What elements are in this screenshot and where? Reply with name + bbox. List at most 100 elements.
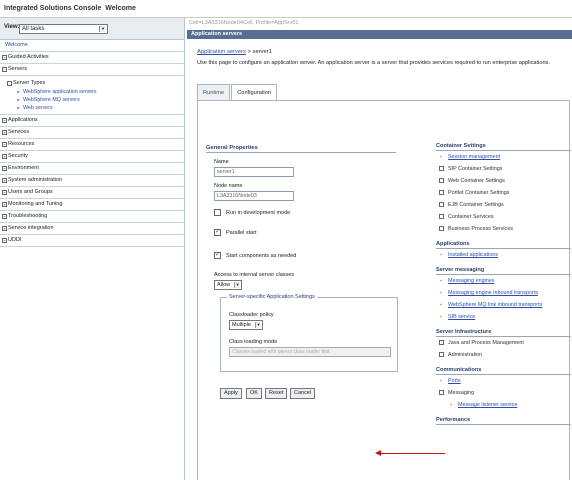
- ejb-container-settings[interactable]: EJB Container Settings: [436, 199, 571, 211]
- performance-title: Performance: [436, 415, 571, 425]
- link-bullet-icon: ▪: [440, 252, 442, 258]
- chevron-down-icon: ▼: [255, 322, 261, 328]
- expand-icon[interactable]: +: [2, 118, 7, 123]
- access-select-value: Allow: [217, 282, 231, 288]
- content-panel: Cell=L3A3316Node04Cell, Profile=AppSrv01…: [187, 18, 572, 480]
- cell-path: Cell=L3A3316Node04Cell, Profile=AppSrv01: [189, 20, 299, 26]
- expand-icon[interactable]: [439, 352, 444, 357]
- expand-icon[interactable]: +: [2, 130, 7, 135]
- ok-button[interactable]: OK: [246, 388, 262, 399]
- server-specific-settings-legend: Server-specific Application Settings: [227, 294, 317, 300]
- nav-applications[interactable]: + Applications: [0, 115, 184, 127]
- collapse-icon[interactable]: −: [2, 67, 7, 72]
- link-ports[interactable]: ▪ Ports: [436, 375, 571, 387]
- parallel-start-checkbox[interactable]: ✓: [214, 229, 221, 236]
- expand-icon[interactable]: +: [2, 154, 7, 159]
- link-bullet-icon: ▪: [440, 314, 442, 320]
- start-components-checkbox[interactable]: ✓: [214, 252, 221, 259]
- nav-troubleshooting[interactable]: + Troubleshooting: [0, 211, 184, 223]
- expand-icon[interactable]: +: [2, 166, 7, 171]
- class-loading-mode-select: Classes loaded with parent class loader …: [229, 347, 391, 357]
- nav-resources[interactable]: + Resources: [0, 139, 184, 151]
- link-messaging-engines[interactable]: ▪ Messaging engines: [436, 275, 571, 287]
- nav-system-administration[interactable]: + System administration: [0, 175, 184, 187]
- expand-icon[interactable]: [439, 214, 444, 219]
- reset-button[interactable]: Reset: [265, 388, 288, 399]
- nav-guided-activities[interactable]: + Guided Activities: [0, 52, 184, 64]
- server-messaging-title: Server messaging: [436, 265, 571, 275]
- link-messaging-engine-inbound-transports[interactable]: ▪ Messaging engine inbound transports: [436, 287, 571, 299]
- classloader-select-value: Multiple: [232, 322, 251, 328]
- link-bullet-icon: ▪: [450, 402, 452, 408]
- expand-icon[interactable]: [439, 340, 444, 345]
- nav-server-types[interactable]: Server Types: [6, 79, 184, 88]
- expand-icon[interactable]: +: [2, 178, 7, 183]
- general-properties-title: General Properties: [206, 145, 396, 153]
- nav-websphere-mq-servers[interactable]: WebSphere MQ servers: [6, 96, 184, 104]
- nav-web-servers[interactable]: Web servers: [6, 104, 184, 112]
- container-settings-title: Container Settings: [436, 141, 571, 151]
- console-title: Integrated Solutions Console Welcome: [4, 5, 136, 12]
- chevron-down-icon: ▼: [99, 26, 106, 32]
- portlet-container-settings[interactable]: Portlet Container Settings: [436, 187, 571, 199]
- expand-icon[interactable]: +: [2, 202, 7, 207]
- nav-welcome[interactable]: Welcome: [0, 40, 184, 52]
- breadcrumb-current: > server1: [245, 49, 272, 55]
- annotation-arrow: [380, 453, 445, 454]
- sip-container-settings[interactable]: SIP Container Settings: [436, 163, 571, 175]
- link-installed-applications[interactable]: ▪ Installed applications: [436, 249, 571, 261]
- link-session-management[interactable]: ▪ Session management: [436, 151, 571, 163]
- classloader-label: Classloader policy: [229, 312, 274, 318]
- tab-configuration[interactable]: Configuration: [231, 84, 278, 100]
- expand-icon[interactable]: [439, 202, 444, 207]
- nav-monitoring-and-tuning[interactable]: + Monitoring and Tuning: [0, 199, 184, 211]
- classloader-select[interactable]: Multiple ▼: [229, 320, 263, 330]
- view-bar: View: All tasks ▼: [0, 18, 184, 40]
- node-name-field[interactable]: L3A3316Node03: [214, 191, 294, 201]
- nav-websphere-app-servers[interactable]: WebSphere application servers: [6, 88, 184, 96]
- nav-security[interactable]: + Security: [0, 151, 184, 163]
- expand-icon[interactable]: [439, 226, 444, 231]
- container-services[interactable]: Container Services: [436, 211, 571, 223]
- nav-uddi[interactable]: + UDDI: [0, 235, 184, 247]
- dev-mode-checkbox[interactable]: [214, 209, 221, 216]
- link-message-listener-service[interactable]: ▪ Message listener service: [436, 399, 571, 411]
- view-select[interactable]: All tasks ▼: [19, 24, 108, 34]
- servers-subtree: Server Types WebSphere application serve…: [0, 76, 184, 115]
- web-container-settings[interactable]: Web Container Settings: [436, 175, 571, 187]
- link-sib-service[interactable]: ▪ SIB service: [436, 311, 571, 323]
- collapse-icon[interactable]: [439, 390, 444, 395]
- cancel-button[interactable]: Cancel: [290, 388, 316, 399]
- expand-icon[interactable]: +: [2, 142, 7, 147]
- expand-icon[interactable]: +: [2, 214, 7, 219]
- expand-icon[interactable]: [439, 178, 444, 183]
- business-process-services[interactable]: Business Process Services: [436, 223, 571, 235]
- apply-button[interactable]: Apply: [220, 388, 242, 399]
- server-specific-settings: Server-specific Application Settings Cla…: [220, 294, 398, 372]
- expand-icon[interactable]: [439, 166, 444, 171]
- expand-icon[interactable]: +: [2, 226, 7, 231]
- parallel-start-label: Parallel start: [226, 230, 257, 236]
- administration[interactable]: Administration: [436, 349, 571, 361]
- collapse-icon[interactable]: [7, 81, 12, 86]
- nav-users-and-groups[interactable]: + Users and Groups: [0, 187, 184, 199]
- expand-icon[interactable]: +: [2, 55, 7, 60]
- expand-icon[interactable]: +: [2, 190, 7, 195]
- breadcrumb-link-application-servers[interactable]: Application servers: [197, 49, 246, 55]
- start-components-label: Start components as needed: [226, 253, 297, 259]
- tab-runtime[interactable]: Runtime: [197, 84, 231, 100]
- java-and-process-management[interactable]: Java and Process Management: [436, 337, 571, 349]
- expand-icon[interactable]: [439, 190, 444, 195]
- nav-service-integration[interactable]: + Service integration: [0, 223, 184, 235]
- messaging[interactable]: Messaging: [436, 387, 571, 399]
- nav-servers[interactable]: − Servers: [0, 64, 184, 76]
- console-subtitle: Welcome: [105, 5, 136, 12]
- applications-title: Applications: [436, 239, 571, 249]
- tab-bar: Runtime Configuration: [197, 84, 278, 100]
- access-select[interactable]: Allow ▼: [214, 280, 242, 290]
- expand-icon[interactable]: +: [2, 238, 7, 243]
- nav-environment[interactable]: + Environment: [0, 163, 184, 175]
- name-field[interactable]: server1: [214, 167, 294, 177]
- link-websphere-mq-link-inbound-transports[interactable]: ▪ WebSphere MQ link inbound transports: [436, 299, 571, 311]
- nav-services[interactable]: + Services: [0, 127, 184, 139]
